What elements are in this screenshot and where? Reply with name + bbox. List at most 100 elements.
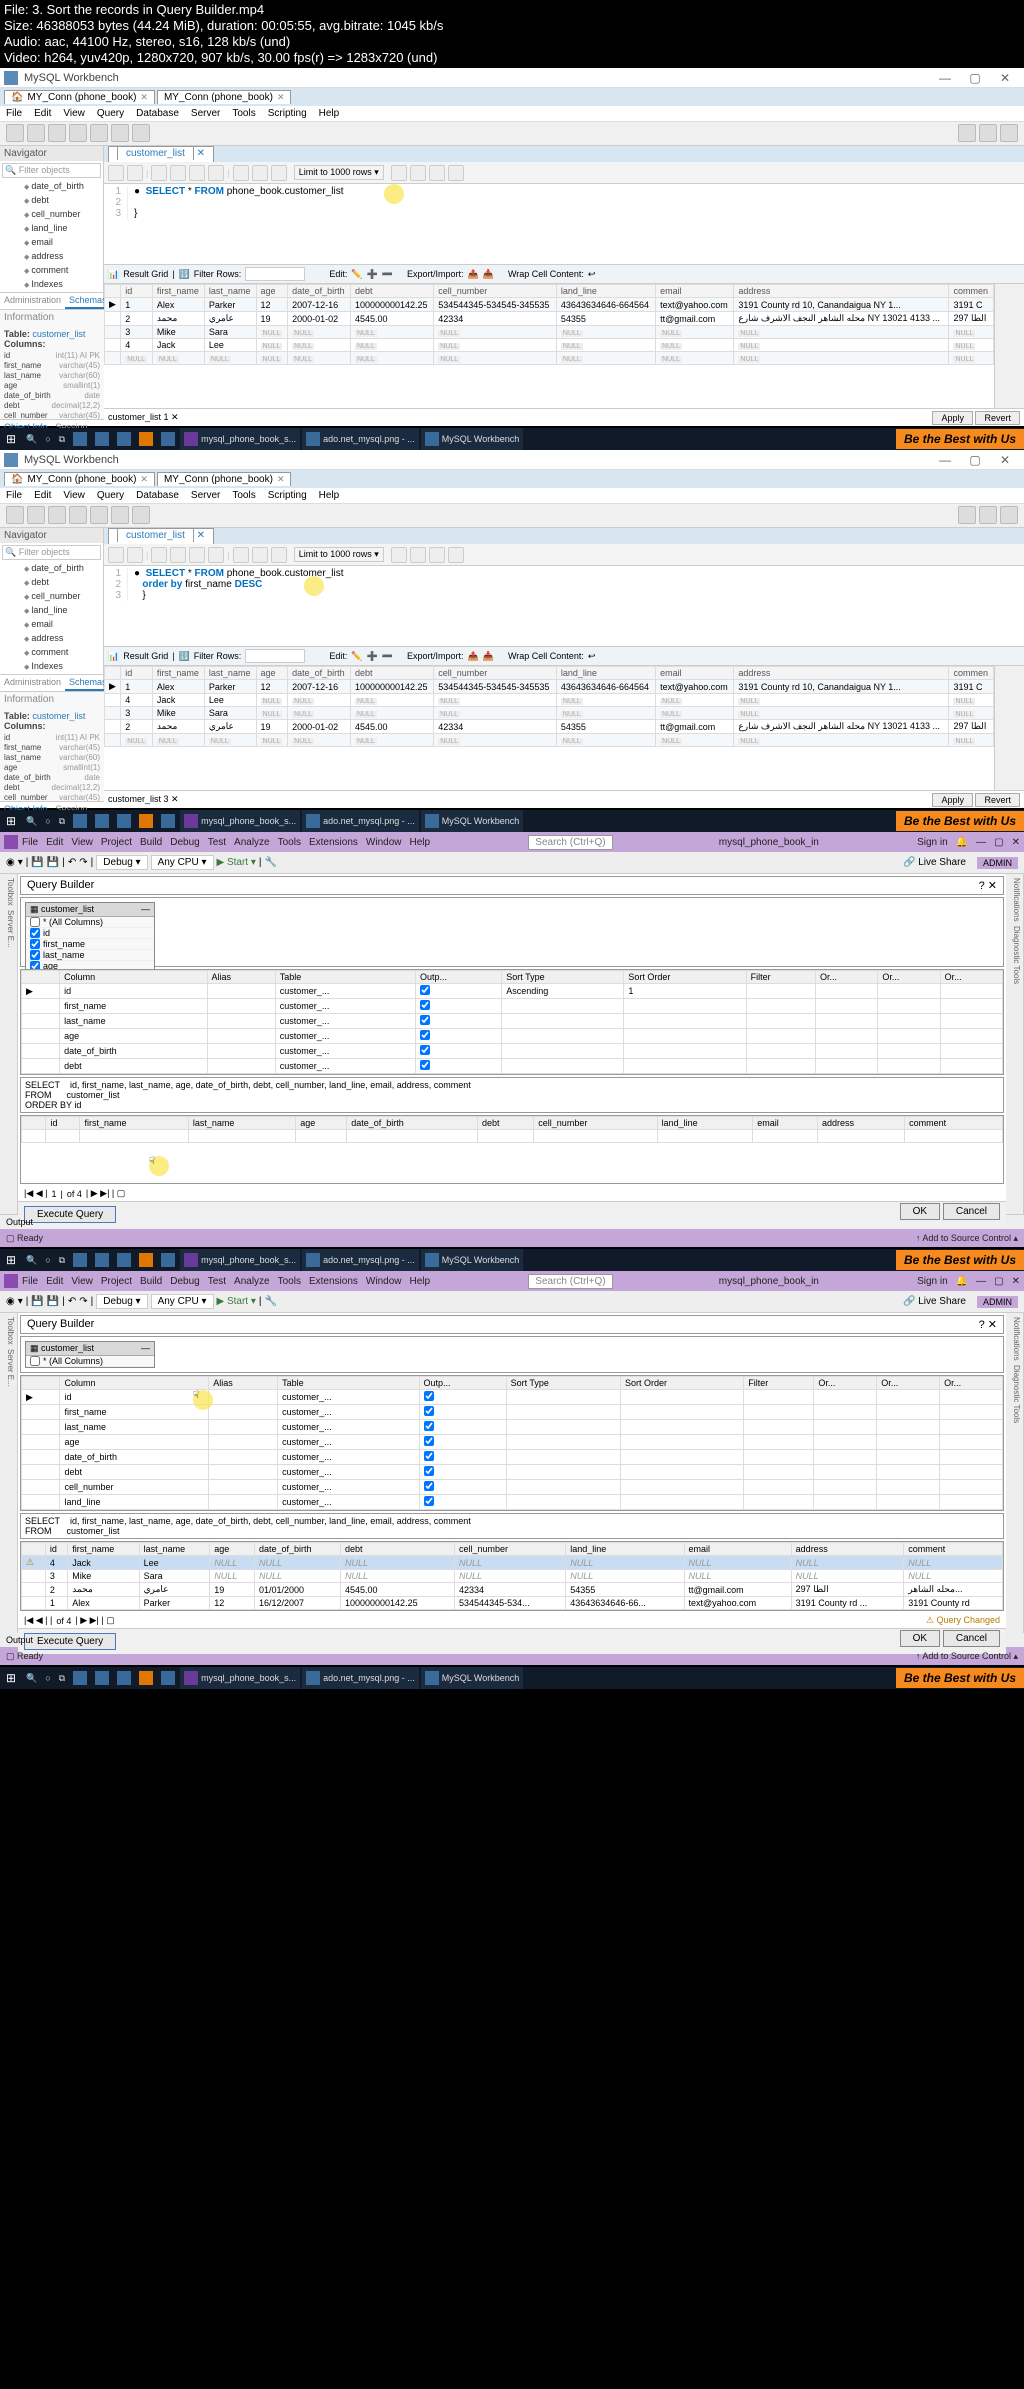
menu-item[interactable]: Tools <box>278 837 301 848</box>
schema-tree[interactable]: date_of_birthdebtcell_numberland_lineema… <box>0 180 103 292</box>
menu-item[interactable]: Help <box>409 1276 430 1287</box>
execute-icon[interactable] <box>151 165 167 181</box>
liveshare-button[interactable]: Live Share <box>918 857 966 868</box>
sql-editor[interactable]: 1● SELECT * FROM phone_book.customer_lis… <box>104 184 1024 264</box>
explain-icon[interactable] <box>189 165 205 181</box>
menu-item[interactable]: Edit <box>34 490 51 501</box>
search-icon[interactable]: 🔍 <box>22 428 41 450</box>
commit-icon[interactable] <box>233 165 249 181</box>
menu-item[interactable]: View <box>71 1276 93 1287</box>
find-icon[interactable] <box>410 165 426 181</box>
start-button[interactable]: ⊞ <box>0 428 22 450</box>
menu-item[interactable]: Scripting <box>268 490 307 501</box>
cancel-button[interactable]: Cancel <box>943 1203 1000 1220</box>
panel-toggle-icon[interactable] <box>958 124 976 142</box>
close-icon[interactable]: ✕ <box>277 92 285 103</box>
explorer-icon[interactable] <box>95 432 109 446</box>
menu-item[interactable]: Project <box>101 837 132 848</box>
tb-icon[interactable] <box>48 124 66 142</box>
wrap-icon[interactable] <box>448 165 464 181</box>
menu-item[interactable]: Window <box>366 1276 402 1287</box>
table-box[interactable]: ▦ customer_list— * (All Columns) id firs… <box>25 902 155 973</box>
help-icon[interactable]: ? <box>979 880 985 892</box>
save-icon[interactable] <box>127 165 143 181</box>
menu-item[interactable]: Build <box>140 837 162 848</box>
apply-button[interactable]: Apply <box>932 411 973 425</box>
tb-icon[interactable] <box>111 124 129 142</box>
edge-icon[interactable] <box>73 432 87 446</box>
platform-dropdown[interactable]: Any CPU ▾ <box>151 855 214 870</box>
panel-toggle-icon[interactable] <box>1000 124 1018 142</box>
signin-link[interactable]: Sign in <box>917 837 948 848</box>
taskbar-app[interactable]: mysql_phone_book_s... <box>180 428 300 450</box>
menu-item[interactable]: Project <box>101 1276 132 1287</box>
new-sql-icon[interactable] <box>6 124 24 142</box>
result-grid[interactable]: idfirst_namelast_nameagedate_of_birthdeb… <box>104 284 1024 408</box>
results-pane[interactable]: idfirst_namelast_nameagedate_of_birthdeb… <box>20 1115 1004 1184</box>
close-button[interactable]: ✕ <box>990 71 1020 85</box>
menu-item[interactable]: Tools <box>232 108 255 119</box>
conn-tab[interactable]: 🏠MY_Conn (phone_book)✕ <box>4 90 155 104</box>
menu-item[interactable]: Debug <box>170 1276 199 1287</box>
ok-button[interactable]: OK <box>900 1203 940 1220</box>
menu-item[interactable]: View <box>71 837 93 848</box>
menu-item[interactable]: Server <box>191 490 220 501</box>
cancel-button[interactable]: Cancel <box>943 1630 1000 1647</box>
taskbar-app[interactable]: ado.net_mysql.png - ... <box>302 428 419 450</box>
execute-button[interactable]: Execute Query <box>24 1633 116 1650</box>
cortana-icon[interactable]: ○ <box>41 428 54 450</box>
invisible-icon[interactable] <box>429 165 445 181</box>
close-icon[interactable]: ✕ <box>140 92 148 103</box>
start-button[interactable]: ▶ Start ▾ <box>217 857 256 868</box>
taskbar-app[interactable]: MySQL Workbench <box>421 428 524 450</box>
tb-icon[interactable] <box>69 124 87 142</box>
menu-item[interactable]: Edit <box>46 1276 63 1287</box>
menu-item[interactable]: Help <box>409 837 430 848</box>
menu-item[interactable]: Edit <box>34 108 51 119</box>
menu-item[interactable]: Server <box>191 108 220 119</box>
menu-item[interactable]: Scripting <box>268 108 307 119</box>
maximize-button[interactable]: ▢ <box>960 71 990 85</box>
revert-button[interactable]: Revert <box>975 411 1020 425</box>
close-icon[interactable]: ✕ <box>988 880 997 892</box>
firefox-icon[interactable] <box>139 432 153 446</box>
ok-button[interactable]: OK <box>900 1630 940 1647</box>
filter-rows-input[interactable] <box>245 267 305 281</box>
menu-item[interactable]: Test <box>208 837 226 848</box>
menu-item[interactable]: Help <box>319 490 340 501</box>
filter-input[interactable]: 🔍 Filter objects <box>2 163 101 178</box>
sql-pane[interactable]: SELECT id, first_name, last_name, age, d… <box>20 1077 1004 1113</box>
config-dropdown[interactable]: Debug ▾ <box>96 855 147 870</box>
query-tab[interactable]: customer_list ✕ <box>108 146 214 162</box>
panel-toggle-icon[interactable] <box>979 124 997 142</box>
store-icon[interactable] <box>117 432 131 446</box>
menu-item[interactable]: Query <box>97 490 124 501</box>
menu-item[interactable]: Database <box>136 490 179 501</box>
menu-item[interactable]: Tools <box>278 1276 301 1287</box>
menu-item[interactable]: File <box>6 108 22 119</box>
menu-item[interactable]: File <box>6 490 22 501</box>
open-icon[interactable] <box>108 165 124 181</box>
menu-item[interactable]: Analyze <box>234 1276 270 1287</box>
notifications-icon[interactable]: 🔔 <box>956 837 968 848</box>
admin-tab[interactable]: Administration <box>0 293 65 309</box>
menu-item[interactable]: Query <box>97 108 124 119</box>
stop-icon[interactable] <box>208 165 224 181</box>
minimize-button[interactable]: — <box>930 71 960 85</box>
rollback-icon[interactable] <box>252 165 268 181</box>
menu-item[interactable]: Help <box>319 108 340 119</box>
menu-item[interactable]: Extensions <box>309 1276 358 1287</box>
menu-item[interactable]: Analyze <box>234 837 270 848</box>
right-sidebar[interactable]: Notifications Diagnostic Tools <box>1006 874 1024 1214</box>
menu-item[interactable]: Extensions <box>309 837 358 848</box>
menu-item[interactable]: Test <box>208 1276 226 1287</box>
menu-item[interactable]: File <box>22 1276 38 1287</box>
taskview-icon[interactable]: ⧉ <box>55 428 69 450</box>
menu-item[interactable]: Window <box>366 837 402 848</box>
execute-current-icon[interactable] <box>170 165 186 181</box>
search-box[interactable]: Search (Ctrl+Q) <box>528 835 612 850</box>
menu-item[interactable]: Database <box>136 108 179 119</box>
menu-item[interactable]: File <box>22 837 38 848</box>
criteria-grid[interactable]: ColumnAliasTableOutp...Sort TypeSort Ord… <box>20 969 1004 1075</box>
beautify-icon[interactable] <box>391 165 407 181</box>
